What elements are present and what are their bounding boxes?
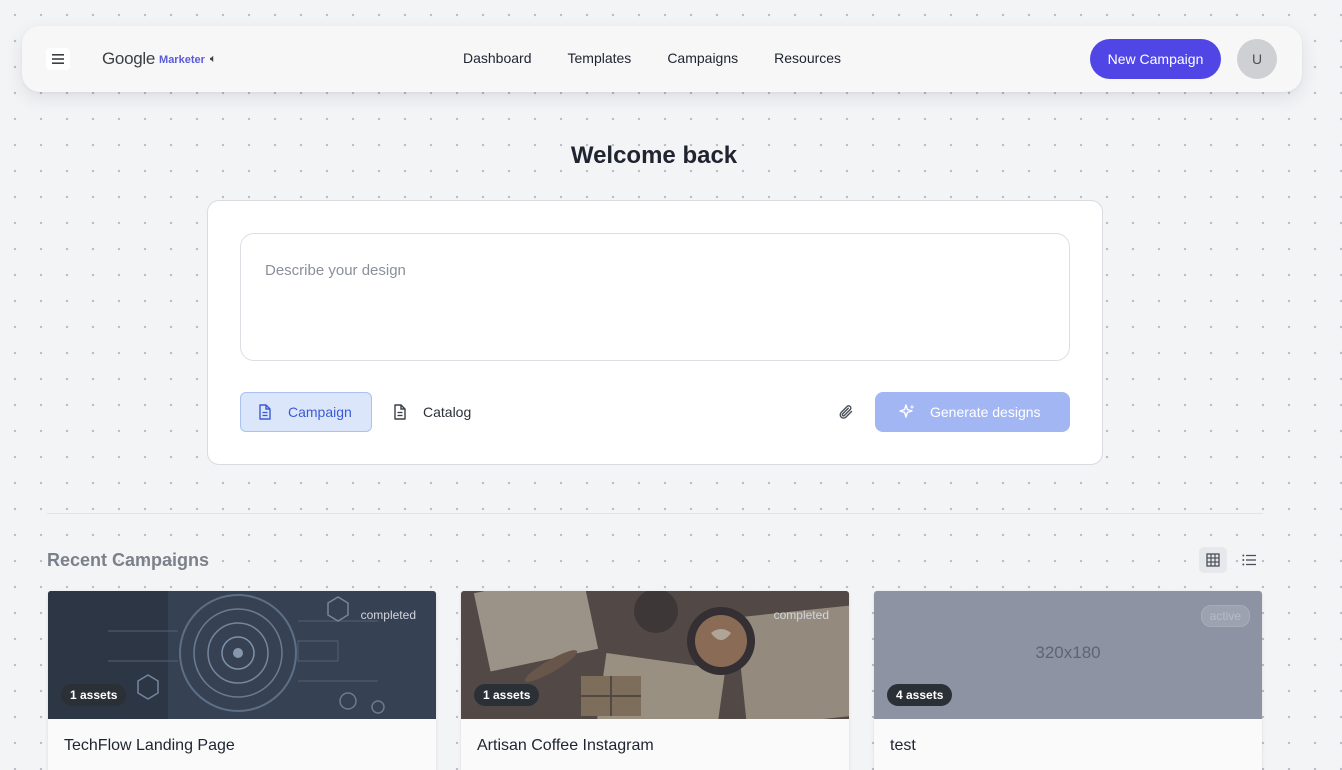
- generate-designs-button[interactable]: Generate designs: [875, 392, 1070, 432]
- generate-designs-label: Generate designs: [930, 404, 1041, 420]
- hamburger-icon: [52, 54, 64, 64]
- design-composer-card: Describe your design Campaign Catalog Ge…: [207, 200, 1103, 465]
- list-view-icon: [1242, 554, 1256, 566]
- campaign-title: test: [890, 737, 916, 754]
- brand-google-text: Google: [102, 49, 156, 68]
- assets-count-badge: 1 assets: [61, 684, 127, 706]
- assets-count-badge: 1 assets: [474, 684, 540, 706]
- campaign-card[interactable]: 320x180 active 4 assets test: [874, 591, 1262, 770]
- brand-product-text: Marketer: [159, 54, 205, 66]
- mode-catalog-label: Catalog: [423, 404, 472, 420]
- paperclip-icon: [839, 405, 853, 419]
- section-divider: [47, 513, 1263, 514]
- placeholder-size-text: 320x180: [1035, 643, 1101, 662]
- new-campaign-button[interactable]: New Campaign: [1090, 39, 1221, 79]
- mode-campaign-label: Campaign: [288, 404, 352, 420]
- design-prompt-input[interactable]: Describe your design: [240, 233, 1070, 361]
- mode-campaign-button[interactable]: Campaign: [240, 392, 372, 432]
- campaign-card[interactable]: completed 1 assets TechFlow Landing Page: [48, 591, 436, 770]
- assets-count-badge: 4 assets: [887, 684, 953, 706]
- sparkle-icon: [899, 404, 915, 418]
- top-navigation-bar: Google Marketer 🔈︎ Dashboard Templates C…: [22, 26, 1302, 92]
- speaker-icon: 🔈︎: [209, 53, 217, 65]
- status-badge: completed: [773, 608, 829, 622]
- nav-resources[interactable]: Resources: [774, 50, 841, 70]
- campaign-title: TechFlow Landing Page: [64, 737, 235, 754]
- nav-dashboard[interactable]: Dashboard: [463, 50, 532, 70]
- mode-catalog-button[interactable]: Catalog: [390, 392, 500, 432]
- recent-campaigns-title: Recent Campaigns: [47, 550, 210, 570]
- list-view-button[interactable]: [1236, 547, 1262, 573]
- status-badge: completed: [360, 608, 416, 622]
- hamburger-menu-button[interactable]: [46, 48, 70, 70]
- nav-templates[interactable]: Templates: [568, 50, 632, 70]
- nav-campaigns[interactable]: Campaigns: [667, 50, 738, 70]
- user-avatar[interactable]: U: [1237, 39, 1277, 79]
- document-icon: [259, 404, 271, 420]
- grid-view-icon: [1206, 553, 1220, 567]
- status-badge: active: [1200, 605, 1250, 627]
- grid-view-button[interactable]: [1199, 547, 1227, 573]
- brand-logo[interactable]: Google Marketer 🔈︎: [102, 48, 217, 70]
- attach-file-button[interactable]: [836, 402, 856, 422]
- page-title: Welcome back: [570, 142, 738, 169]
- document-icon: [394, 404, 406, 420]
- main-nav: Dashboard Templates Campaigns Resources: [463, 50, 841, 70]
- campaign-title: Artisan Coffee Instagram: [477, 737, 654, 754]
- campaign-card[interactable]: completed 1 assets Artisan Coffee Instag…: [461, 591, 849, 770]
